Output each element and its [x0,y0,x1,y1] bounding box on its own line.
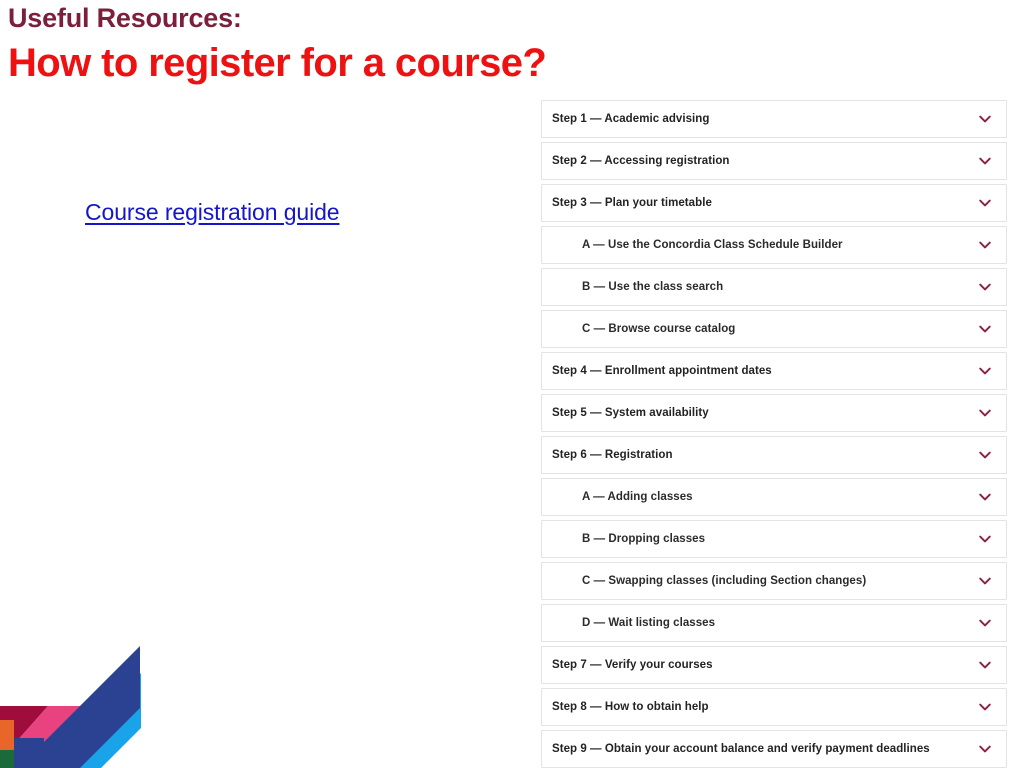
chevron-down-icon[interactable] [976,194,994,212]
accordion-row[interactable]: Step 7 — Verify your courses [541,646,1007,684]
registration-steps-accordion[interactable]: Step 1 — Academic advising Step 2 — Acces… [541,100,1007,768]
accordion-row[interactable]: Step 2 — Accessing registration [541,142,1007,180]
accordion-row[interactable]: C — Swapping classes (including Section … [541,562,1007,600]
accordion-row-label: Step 2 — Accessing registration [552,155,730,167]
accordion-row-label: C — Browse course catalog [582,323,736,335]
course-registration-guide-link[interactable]: Course registration guide [85,199,340,226]
accordion-row-label: D — Wait listing classes [582,617,716,629]
chevron-down-icon[interactable] [976,278,994,296]
accordion-row[interactable]: Step 6 — Registration [541,436,1007,474]
chevron-down-icon[interactable] [976,656,994,674]
eyebrow-heading: Useful Resources: [8,3,242,33]
accordion-row[interactable]: Step 3 — Plan your timetable [541,184,1007,222]
accordion-row[interactable]: D — Wait listing classes [541,604,1007,642]
accordion-row-label: Step 9 — Obtain your account balance and… [552,743,930,755]
accordion-row-label: Step 7 — Verify your courses [552,659,713,671]
accordion-row-label: Step 8 — How to obtain help [552,701,709,713]
chevron-down-icon[interactable] [976,488,994,506]
chevron-down-icon[interactable] [976,572,994,590]
brand-stripe-dark-red [0,706,48,761]
accordion-row-label: A — Adding classes [582,491,693,503]
accordion-row-label: Step 3 — Plan your timetable [552,197,712,209]
chevron-down-icon[interactable] [976,446,994,464]
accordion-row-label: C — Swapping classes (including Section … [582,575,867,587]
accordion-row[interactable]: B — Dropping classes [541,520,1007,558]
accordion-row-label: Step 5 — System availability [552,407,709,419]
accordion-row[interactable]: Step 9 — Obtain your account balance and… [541,730,1007,768]
slide-heading-group: Useful Resources: How to register for a … [8,2,708,87]
brand-stripe-green [0,750,40,768]
accordion-row[interactable]: Step 1 — Academic advising [541,100,1007,138]
chevron-down-icon[interactable] [976,110,994,128]
accordion-row[interactable]: A — Use the Concordia Class Schedule Bui… [541,226,1007,264]
accordion-row-label: B — Use the class search [582,281,724,293]
accordion-row-label: A — Use the Concordia Class Schedule Bui… [582,239,843,251]
page-title: How to register for a course? [8,40,547,85]
brand-stripe-orange [0,720,14,768]
chevron-down-icon[interactable] [976,698,994,716]
concordia-brand-stripes-graphic [0,646,141,768]
accordion-row[interactable]: B — Use the class search [541,268,1007,306]
chevron-down-icon[interactable] [976,614,994,632]
accordion-row[interactable]: Step 5 — System availability [541,394,1007,432]
brand-stripe-pink [0,706,82,768]
chevron-down-icon[interactable] [976,530,994,548]
accordion-row[interactable]: A — Adding classes [541,478,1007,516]
brand-stripe-light-blue [46,673,141,768]
brand-stripe-navy-secondary [14,738,44,768]
brand-stripe-navy [18,646,140,768]
chevron-down-icon[interactable] [976,320,994,338]
chevron-down-icon[interactable] [976,404,994,422]
accordion-row-label: B — Dropping classes [582,533,706,545]
accordion-row-label: Step 6 — Registration [552,449,673,461]
accordion-row[interactable]: Step 8 — How to obtain help [541,688,1007,726]
chevron-down-icon[interactable] [976,236,994,254]
accordion-row[interactable]: C — Browse course catalog [541,310,1007,348]
chevron-down-icon[interactable] [976,362,994,380]
accordion-row-label: Step 1 — Academic advising [552,113,710,125]
chevron-down-icon[interactable] [976,152,994,170]
chevron-down-icon[interactable] [976,740,994,758]
accordion-row[interactable]: Step 4 — Enrollment appointment dates [541,352,1007,390]
accordion-row-label: Step 4 — Enrollment appointment dates [552,365,772,377]
